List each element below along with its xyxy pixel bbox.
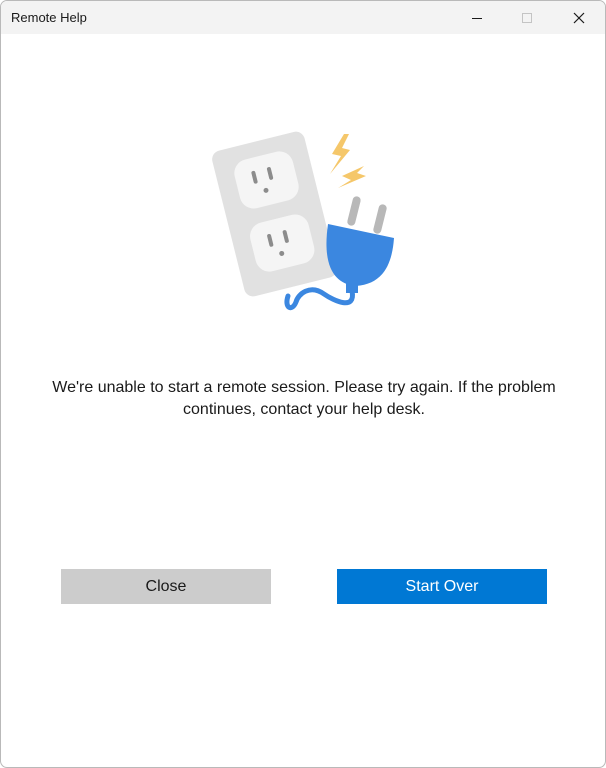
close-icon [573, 12, 585, 23]
title-bar[interactable]: Remote Help [1, 1, 605, 34]
maximize-button[interactable] [502, 1, 552, 34]
error-message-line-2: continues, contact your help desk. [183, 401, 425, 418]
close-window-button[interactable] [554, 1, 604, 34]
unplugged-outlet-icon [212, 131, 394, 311]
window-title: Remote Help [11, 10, 87, 25]
remote-help-window: Remote Help We're unable to start a remo… [0, 0, 606, 768]
minimize-button[interactable] [452, 1, 502, 34]
maximize-icon [522, 12, 532, 23]
minimize-icon [472, 17, 482, 19]
close-button[interactable]: Close [61, 569, 271, 604]
start-over-button[interactable]: Start Over [337, 569, 547, 604]
error-message-line-1: We're unable to start a remote session. … [52, 379, 556, 396]
error-message: We're unable to start a remote session. … [31, 377, 577, 421]
